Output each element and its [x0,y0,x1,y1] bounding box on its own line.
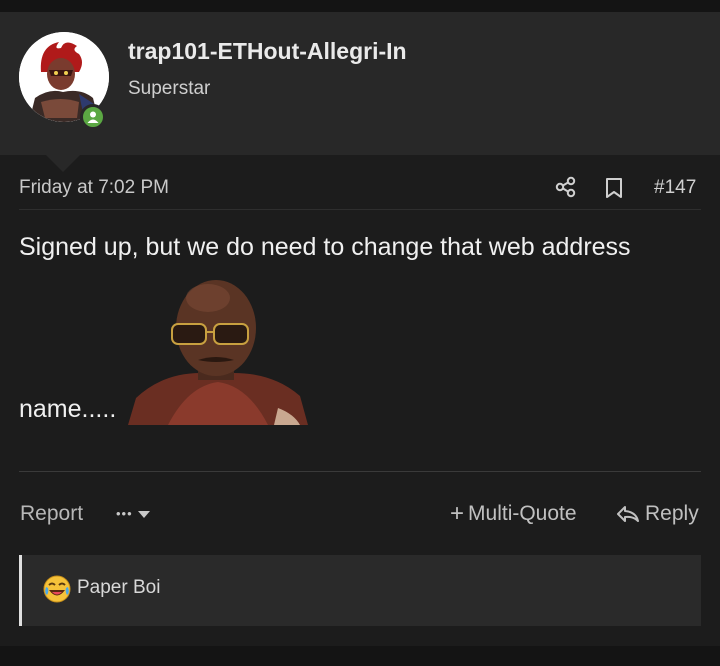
header-pointer [46,155,80,172]
reactions-users-link[interactable]: Paper Boi [77,577,160,599]
forum-post: trap101-ETHout-Allegri-In Superstar Frid… [0,12,720,646]
username-link[interactable]: trap101-ETHout-Allegri-In [128,38,407,65]
bookmark-icon[interactable] [604,177,624,204]
share-icon[interactable] [555,176,577,203]
reactions-bar[interactable]: Paper Boi [19,555,701,626]
reply-icon [617,506,639,522]
divider [19,209,701,210]
multi-quote-button[interactable]: + Multi-Quote [450,502,577,526]
more-dots: ••• [116,506,133,521]
report-button[interactable]: Report [20,502,83,526]
next-post-edge [0,646,720,666]
post-body-text: Signed up, but we do need to change that… [19,233,631,261]
post-permalink-number[interactable]: #147 [654,177,696,199]
reaction-gif-image[interactable] [128,268,308,425]
post-user-header: trap101-ETHout-Allegri-In Superstar [0,12,720,155]
multi-quote-label: Multi-Quote [468,502,577,525]
user-rank-title: Superstar [128,78,211,99]
reply-button[interactable]: Reply [616,502,699,526]
online-status-badge [80,104,106,130]
chevron-down-icon [137,510,150,518]
post-body-text-continued: name..... [19,395,117,423]
reply-label: Reply [645,502,699,525]
plus-icon: + [450,500,465,527]
laughing-emoji-icon [43,575,71,608]
user-status-icon [87,111,99,123]
top-strip [0,0,720,12]
divider [19,471,701,472]
more-options-button[interactable]: ••• [116,506,151,521]
post-timestamp[interactable]: Friday at 7:02 PM [19,177,169,199]
